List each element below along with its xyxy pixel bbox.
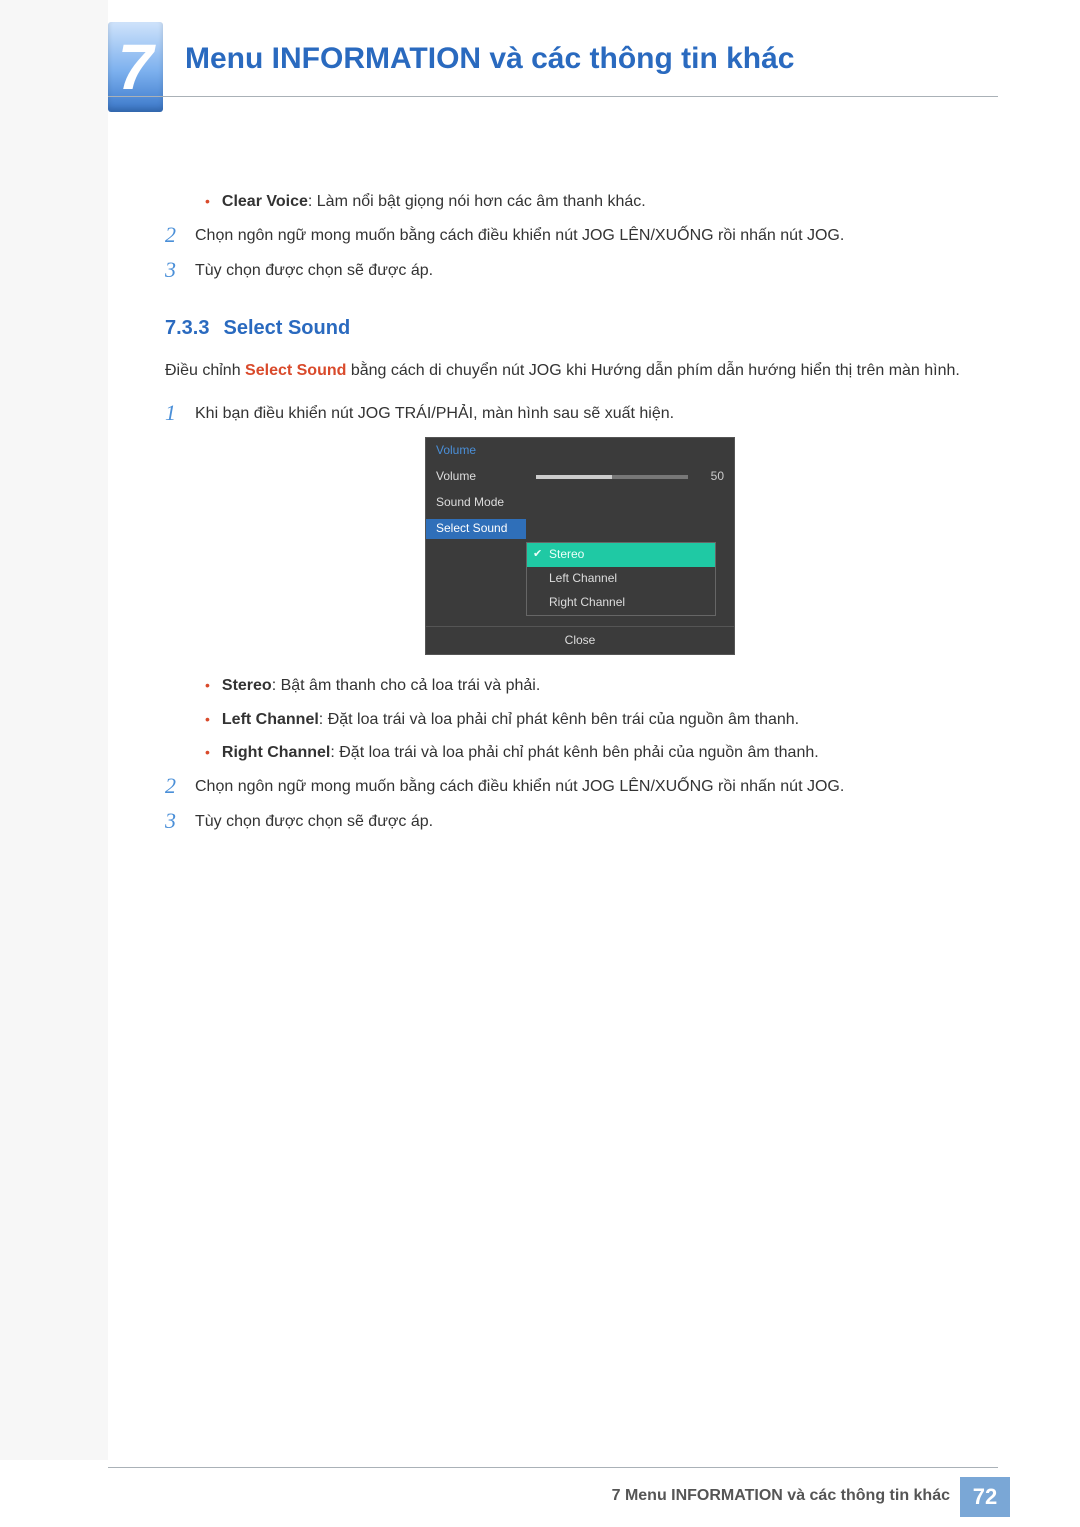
chapter-number: 7 — [118, 30, 154, 104]
bullet-text: Right Channel: Đặt loa trái và loa phải … — [222, 740, 819, 766]
step-text: Khi bạn điều khiển nút JOG TRÁI/PHẢI, mà… — [195, 401, 995, 427]
step-number: 2 — [165, 774, 195, 800]
osd-option-stereo[interactable]: Stereo — [527, 543, 715, 567]
osd-volume-fill — [536, 475, 612, 479]
step-3-top: 3 Tùy chọn được chọn sẽ được áp. — [165, 258, 995, 284]
osd-volume-slider[interactable] — [536, 475, 688, 479]
bullet-text: Clear Voice: Làm nổi bật giọng nói hơn c… — [222, 189, 646, 215]
stereo-label: Stereo — [222, 677, 272, 694]
page: 7 Menu INFORMATION và các thông tin khác… — [0, 0, 1080, 1527]
step-text: Tùy chọn được chọn sẽ được áp. — [195, 809, 995, 835]
section-heading: 7.3.3 Select Sound — [165, 312, 995, 344]
footer-text: 7 Menu INFORMATION và các thông tin khác — [612, 1487, 950, 1505]
osd-option-right[interactable]: Right Channel — [527, 591, 715, 615]
footer: 7 Menu INFORMATION và các thông tin khác… — [0, 1467, 1080, 1527]
osd-selectsound-row[interactable]: Select Sound — [426, 516, 734, 542]
right-label: Right Channel — [222, 744, 330, 761]
step-number: 1 — [165, 401, 195, 427]
osd-volume-right: 50 — [526, 467, 734, 486]
step-number: 2 — [165, 223, 195, 249]
osd-volume-label: Volume — [426, 467, 526, 486]
bullet-clear-voice: • Clear Voice: Làm nổi bật giọng nói hơn… — [205, 189, 995, 215]
left-label: Left Channel — [222, 711, 319, 728]
intro-post: bằng cách di chuyển nút JOG khi Hướng dẫ… — [346, 362, 959, 379]
footer-divider — [108, 1467, 998, 1468]
bullet-dot-icon: • — [205, 740, 210, 766]
osd-title: Volume — [426, 441, 526, 460]
clear-voice-label: Clear Voice — [222, 193, 308, 210]
intro-pre: Điều chỉnh — [165, 362, 245, 379]
step-3-bottom: 3 Tùy chọn được chọn sẽ được áp. — [165, 809, 995, 835]
section-number: 7.3.3 — [165, 317, 209, 339]
bullet-stereo: • Stereo: Bật âm thanh cho cả loa trái v… — [205, 673, 995, 699]
clear-voice-desc: : Làm nổi bật giọng nói hơn các âm thanh… — [308, 193, 646, 210]
osd-panel: Volume Volume 50 Sound Mode — [425, 437, 735, 655]
chapter-title: Menu INFORMATION và các thông tin khác — [185, 42, 795, 76]
osd-volume-value: 50 — [698, 467, 724, 486]
osd-close-button[interactable]: Close — [426, 626, 734, 654]
intro-bold: Select Sound — [245, 362, 346, 379]
page-number: 72 — [973, 1484, 997, 1510]
step-number: 3 — [165, 809, 195, 835]
right-desc: : Đặt loa trái và loa phải chỉ phát kênh… — [330, 744, 818, 761]
sidebar-strip — [0, 0, 108, 1460]
chapter-number-badge: 7 — [108, 22, 163, 112]
osd-soundmode-row[interactable]: Sound Mode — [426, 490, 734, 516]
stereo-desc: : Bật âm thanh cho cả loa trái và phải. — [272, 677, 541, 694]
step-2-bottom: 2 Chọn ngôn ngữ mong muốn bằng cách điều… — [165, 774, 995, 800]
step-1: 1 Khi bạn điều khiển nút JOG TRÁI/PHẢI, … — [165, 401, 995, 427]
osd-soundmode-label: Sound Mode — [426, 493, 526, 512]
step-text: Chọn ngôn ngữ mong muốn bằng cách điều k… — [195, 223, 995, 249]
osd-dropdown: Stereo Left Channel Right Channel — [526, 542, 716, 616]
bullet-left-channel: • Left Channel: Đặt loa trái và loa phải… — [205, 707, 995, 733]
osd-selectsound-label: Select Sound — [426, 519, 526, 538]
step-text: Chọn ngôn ngữ mong muốn bằng cách điều k… — [195, 774, 995, 800]
section-intro: Điều chỉnh Select Sound bằng cách di chu… — [165, 358, 995, 384]
bullet-right-channel: • Right Channel: Đặt loa trái và loa phả… — [205, 740, 995, 766]
bullet-dot-icon: • — [205, 707, 210, 733]
left-desc: : Đặt loa trái và loa phải chỉ phát kênh… — [319, 711, 799, 728]
title-divider — [108, 96, 998, 97]
osd-close-label: Close — [565, 631, 596, 650]
bullet-dot-icon: • — [205, 189, 210, 215]
section-title: Select Sound — [223, 317, 350, 339]
bullet-text: Left Channel: Đặt loa trái và loa phải c… — [222, 707, 799, 733]
osd-figure: Volume Volume 50 Sound Mode — [165, 437, 995, 655]
osd-volume-row[interactable]: Volume 50 — [426, 464, 734, 490]
osd-option-left[interactable]: Left Channel — [527, 567, 715, 591]
step-text: Tùy chọn được chọn sẽ được áp. — [195, 258, 995, 284]
step-2-top: 2 Chọn ngôn ngữ mong muốn bằng cách điều… — [165, 223, 995, 249]
step-number: 3 — [165, 258, 195, 284]
footer-page-number: 72 — [960, 1477, 1010, 1517]
bullet-dot-icon: • — [205, 673, 210, 699]
osd-title-row: Volume — [426, 438, 734, 464]
content-area: • Clear Voice: Làm nổi bật giọng nói hơn… — [165, 185, 995, 845]
osd-spacer — [426, 616, 734, 626]
bullet-text: Stereo: Bật âm thanh cho cả loa trái và … — [222, 673, 540, 699]
